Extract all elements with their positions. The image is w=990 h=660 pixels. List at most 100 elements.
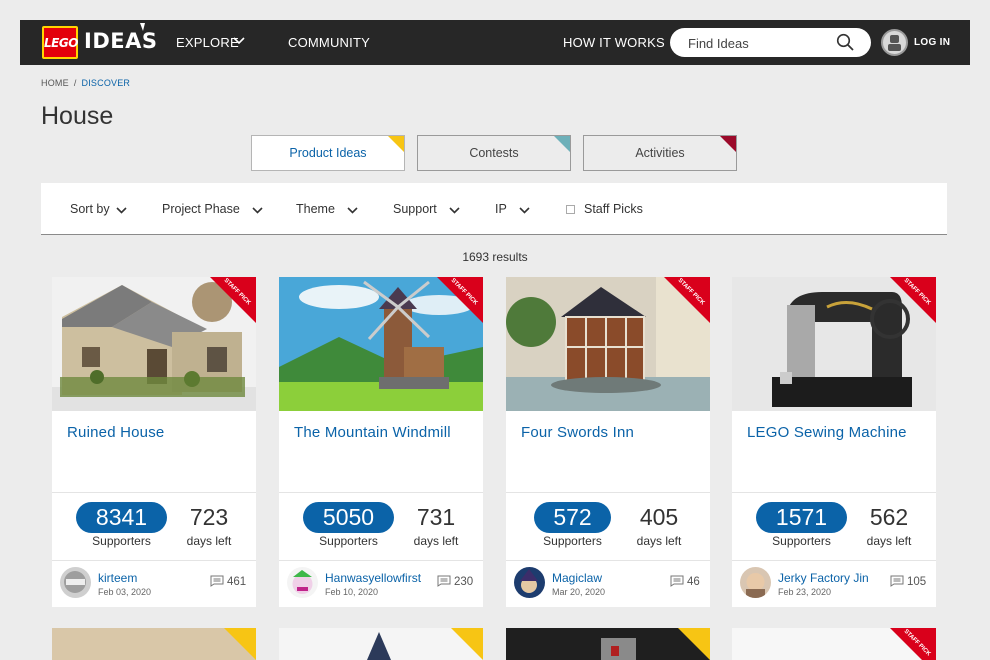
top-nav: LEGO IDEAS EXPLORE COMMUNITY HOW IT WORK… [20,20,970,65]
project-card-partial[interactable] [279,628,483,660]
divider [279,560,483,561]
days-left-label: days left [186,534,232,548]
supporters-count: 572 [534,502,611,533]
login-link[interactable]: LOG IN [914,37,950,48]
author-avatar[interactable] [740,567,771,598]
project-title[interactable]: Ruined House [67,424,164,441]
comments-count[interactable]: 461 [210,575,246,588]
post-date: Feb 23, 2020 [778,587,832,597]
comments-count[interactable]: 105 [890,575,926,588]
author-name[interactable]: kirteem [98,571,137,585]
staff-pick-ribbon: STAFF PICK [210,277,256,323]
supporters-count: 5050 [303,502,394,533]
post-date: Feb 03, 2020 [98,587,152,597]
badge-corner [451,628,483,660]
breadcrumb: HOME / DISCOVER [41,78,130,88]
author-avatar[interactable] [60,567,91,598]
days-left-label: days left [413,534,459,548]
lightbulb-icon [140,23,145,31]
project-card[interactable]: STAFF PICK Four Swords Inn 572 Supporter… [506,277,710,607]
author-name[interactable]: Magiclaw [552,571,602,585]
staff-picks-label[interactable]: Staff Picks [584,202,643,216]
results-count: 1693 results [462,250,528,264]
project-image[interactable]: STAFF PICK [506,277,710,411]
project-title[interactable]: The Mountain Windmill [294,424,451,441]
author-avatar[interactable] [287,567,318,598]
supporters-count: 8341 [76,502,167,533]
nav-community[interactable]: COMMUNITY [288,35,370,50]
chevron-down-icon [252,207,263,214]
divider [52,492,256,493]
project-card-partial[interactable] [506,628,710,660]
post-date: Feb 10, 2020 [325,587,379,597]
project-card-partial[interactable]: STAFF PICK [732,628,936,660]
nav-how-it-works[interactable]: HOW IT WORKS [563,35,665,50]
staff-pick-ribbon: STAFF PICK [890,277,936,323]
comment-icon [437,575,451,587]
filter-label: Sort by [70,202,110,216]
divider [732,560,936,561]
author-name[interactable]: Hanwasyellowfirst [325,571,421,585]
tab-corner-badge [388,136,404,152]
comments-value: 46 [687,576,700,588]
project-card[interactable]: STAFF PICK The Mountain Windmill 5050 Su… [279,277,483,607]
project-image[interactable]: STAFF PICK [732,277,936,411]
tab-product-ideas[interactable]: Product Ideas [251,135,405,171]
tab-contests[interactable]: Contests [417,135,571,171]
search-icon[interactable] [836,33,855,52]
divider [732,492,936,493]
comments-value: 461 [227,576,247,588]
tab-label: Contests [469,146,519,160]
comments-value: 105 [907,576,927,588]
tab-label: Product Ideas [289,146,367,160]
page-title: House [41,102,114,130]
project-card-partial[interactable] [52,628,256,660]
staff-pick-ribbon: STAFF PICK [437,277,483,323]
breadcrumb-discover[interactable]: DISCOVER [82,78,131,88]
filter-bar: Sort by Project Phase Theme Support IP S… [41,183,947,235]
staff-pick-ribbon: STAFF PICK [890,628,936,660]
filter-label: Project Phase [162,202,240,216]
author-name[interactable]: Jerky Factory Jin [778,571,869,585]
user-avatar-icon[interactable] [881,29,908,56]
chevron-down-icon [233,37,245,45]
lego-logo[interactable]: LEGO [42,26,78,59]
project-image[interactable]: STAFF PICK [52,277,256,411]
project-card[interactable]: STAFF PICK Ruined House 8341 Supporters … [52,277,256,607]
comments-count[interactable]: 230 [437,575,473,588]
tab-label: Activities [635,146,685,160]
author-avatar[interactable] [514,567,545,598]
days-left-count: 731 [416,504,456,530]
project-image[interactable]: STAFF PICK [279,277,483,411]
tab-corner-badge [720,136,736,152]
filter-support[interactable]: Support [393,202,460,216]
filter-label: IP [495,202,507,216]
search-input[interactable] [688,34,838,52]
filter-project-phase[interactable]: Project Phase [162,202,263,216]
tab-activities[interactable]: Activities [583,135,737,171]
search-box [670,28,871,57]
filter-theme[interactable]: Theme [296,202,358,216]
comments-count[interactable]: 46 [670,575,700,588]
filter-label: Theme [296,202,335,216]
ideas-logo-text[interactable]: IDEAS [84,29,157,53]
tab-corner-badge [554,136,570,152]
breadcrumb-home[interactable]: HOME [41,78,69,88]
divider [52,560,256,561]
staff-picks-checkbox[interactable] [566,205,575,214]
project-title[interactable]: LEGO Sewing Machine [747,424,907,441]
nav-explore[interactable]: EXPLORE [176,35,239,50]
comment-icon [670,575,684,587]
supporters-label: Supporters [772,534,831,548]
filter-ip[interactable]: IP [495,202,530,216]
comment-icon [210,575,224,587]
comments-value: 230 [454,576,474,588]
project-card[interactable]: STAFF PICK LEGO Sewing Machine 1571 Supp… [732,277,936,607]
project-title[interactable]: Four Swords Inn [521,424,634,441]
days-left-label: days left [636,534,682,548]
filter-sort-by[interactable]: Sort by [70,202,127,216]
chevron-down-icon [449,207,460,214]
staff-pick-ribbon: STAFF PICK [664,277,710,323]
filter-label: Support [393,202,437,216]
divider [506,560,710,561]
